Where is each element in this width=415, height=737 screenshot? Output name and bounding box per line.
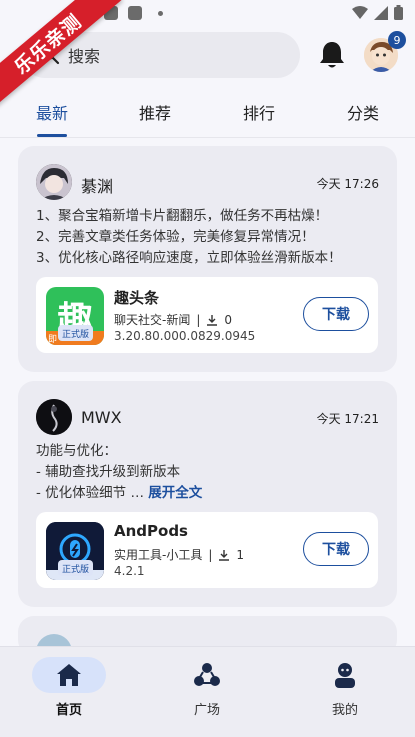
status-more-dot-icon	[158, 11, 163, 16]
download-count-icon	[219, 549, 230, 561]
app-version: 3.20.80.000.0829.0945	[114, 329, 256, 343]
post-line: 3、优化核心路径响应速度，立即体验丝滑新版本！	[36, 250, 342, 266]
post-line-text: - 优化体验细节 …	[36, 485, 144, 501]
post-line: 功能与优化：	[36, 443, 117, 459]
meta-separator: |	[208, 547, 213, 562]
tab-ranking[interactable]: 排行	[243, 100, 275, 124]
profile-icon	[335, 663, 355, 688]
post-line: 2、完善文章类任务体验，完美修复异常情况！	[36, 229, 315, 245]
post-card[interactable]: 綦渊 今天 17:26 1、聚合宝箱新增卡片翻翻乐，做任务不再枯燥！ 2、完善文…	[18, 146, 397, 372]
app-meta: 实用工具-小工具 | 1	[114, 546, 244, 563]
author-avatar-illustration-icon	[36, 164, 72, 200]
battery-icon	[394, 5, 403, 20]
download-button[interactable]: 下载	[303, 532, 369, 566]
signal-icon	[374, 5, 388, 20]
expand-full-text-link[interactable]: 展开全文	[148, 485, 202, 501]
post-author-avatar[interactable]	[36, 164, 72, 200]
search-placeholder: 搜索	[68, 47, 101, 66]
post-author-name[interactable]: MWX	[81, 408, 122, 427]
nav-square-label: 广场	[193, 703, 220, 718]
post-card[interactable]: MWX 今天 17:21 功能与优化： - 辅助查找升级到新版本 - 优化体验细…	[18, 381, 397, 607]
post-author-name[interactable]: 綦渊	[81, 173, 113, 197]
tab-latest[interactable]: 最新	[36, 100, 68, 124]
post-line: - 辅助查找升级到新版本	[36, 464, 181, 480]
nav-profile[interactable]: 我的	[276, 647, 414, 737]
author-avatar-illustration-icon	[36, 399, 72, 435]
app-card[interactable]: 正式版 AndPods 实用工具-小工具 | 1 4.2.1 下载	[36, 512, 378, 588]
post-timestamp: 今天 17:26	[316, 177, 379, 191]
tab-divider	[0, 137, 415, 138]
post-body: 1、聚合宝箱新增卡片翻翻乐，做任务不再枯燥！ 2、完善文章类任务体验，完美修复异…	[36, 206, 342, 269]
app-download-count: 0	[224, 312, 233, 327]
nav-home[interactable]: 首页	[0, 647, 138, 737]
official-release-tag: 正式版	[58, 325, 94, 341]
status-notification-icon	[128, 6, 142, 20]
app-card[interactable]: 趣 即 正式版 趣头条 聊天社交-新闻 | 0 3.20.80.000.0829…	[36, 277, 378, 353]
nav-profile-label: 我的	[331, 703, 358, 718]
nav-home-label: 首页	[55, 703, 82, 718]
bottom-navigation: 首页 广场 我的	[0, 646, 415, 737]
post-author-avatar[interactable]	[36, 399, 72, 435]
home-icon	[57, 664, 81, 686]
tab-categories[interactable]: 分类	[347, 100, 379, 124]
app-icon-strip-text: 即	[48, 335, 58, 345]
post-body: 功能与优化： - 辅助查找升级到新版本 - 优化体验细节 … 展开全文	[36, 441, 202, 504]
status-system-icons	[352, 5, 403, 20]
tab-recommended[interactable]: 推荐	[139, 100, 171, 124]
app-version: 4.2.1	[114, 564, 145, 578]
download-count-icon	[207, 314, 218, 326]
app-download-count: 1	[236, 547, 245, 562]
nav-square[interactable]: 广场	[138, 647, 276, 737]
post-timestamp: 今天 17:21	[316, 412, 379, 426]
notification-bell-icon[interactable]	[318, 40, 346, 70]
post-line: 1、聚合宝箱新增卡片翻翻乐，做任务不再枯燥！	[36, 208, 329, 224]
square-community-icon	[194, 663, 220, 686]
app-meta: 聊天社交-新闻 | 0	[114, 311, 232, 328]
app-category: 实用工具-小工具	[114, 548, 203, 562]
app-name: 趣头条	[114, 289, 160, 307]
download-button[interactable]: 下载	[303, 297, 369, 331]
meta-separator: |	[196, 312, 201, 327]
app-name: AndPods	[114, 522, 188, 540]
app-category: 聊天社交-新闻	[114, 313, 191, 327]
notification-count-badge: 9	[388, 31, 406, 49]
wifi-icon	[352, 5, 368, 19]
post-line: - 优化体验细节 … 展开全文	[36, 483, 202, 504]
official-release-tag: 正式版	[58, 560, 94, 576]
